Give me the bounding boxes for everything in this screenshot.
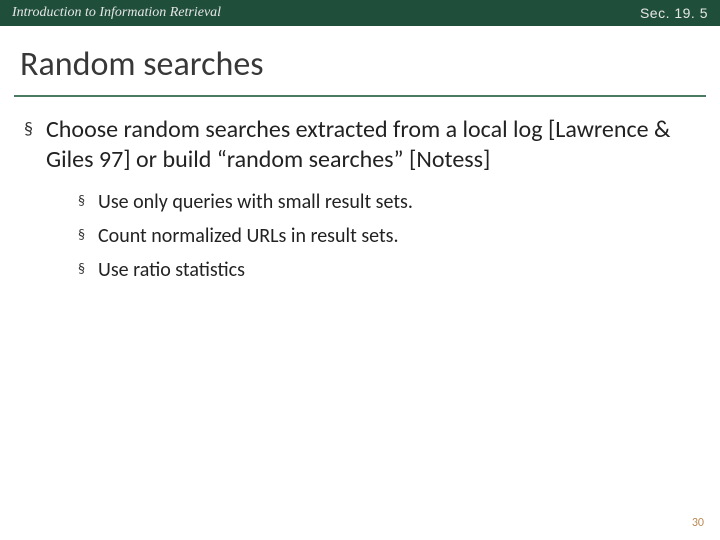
content-area: § Choose random searches extracted from …	[0, 115, 720, 283]
bullet-text: Use ratio statistics	[98, 257, 245, 283]
slide-title: Random searches	[0, 26, 720, 91]
title-rule	[14, 95, 706, 97]
section-label: Sec. 19. 5	[640, 5, 708, 21]
sub-bullet-list: § Use only queries with small result set…	[24, 189, 696, 283]
square-bullet-icon: §	[24, 115, 46, 175]
page-number: 30	[692, 516, 704, 530]
square-bullet-icon: §	[78, 189, 98, 215]
square-bullet-icon: §	[78, 223, 98, 249]
bullet-level2: § Use only queries with small result set…	[78, 189, 696, 215]
bullet-text: Use only queries with small result sets.	[98, 189, 413, 215]
course-title: Introduction to Information Retrieval	[12, 5, 221, 21]
bullet-text: Choose random searches extracted from a …	[46, 115, 696, 175]
bullet-text: Count normalized URLs in result sets.	[98, 223, 399, 249]
bullet-level2: § Use ratio statistics	[78, 257, 696, 283]
header-bar: Introduction to Information Retrieval Se…	[0, 0, 720, 26]
slide: Introduction to Information Retrieval Se…	[0, 0, 720, 540]
bullet-level1: § Choose random searches extracted from …	[24, 115, 696, 175]
square-bullet-icon: §	[78, 257, 98, 283]
bullet-level2: § Count normalized URLs in result sets.	[78, 223, 696, 249]
